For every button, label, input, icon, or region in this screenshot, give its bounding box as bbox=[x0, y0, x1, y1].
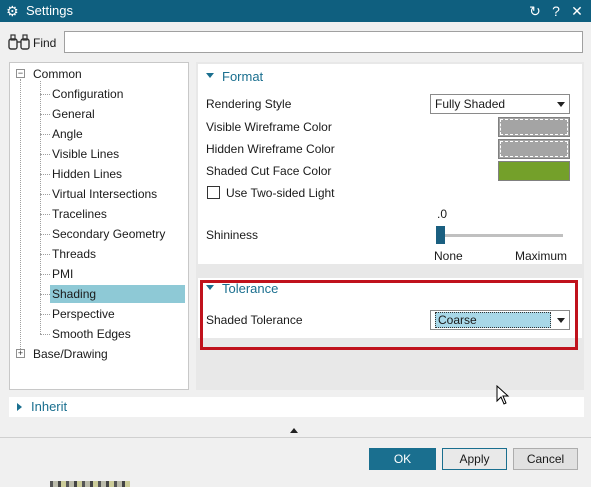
tree-item-pmi[interactable]: PMI bbox=[52, 265, 73, 283]
title-bar: ⚙ Settings ↻ ? ✕ bbox=[0, 0, 591, 22]
tree-item-general[interactable]: General bbox=[52, 105, 95, 123]
ok-button[interactable]: OK bbox=[369, 448, 436, 470]
format-header[interactable]: Format bbox=[206, 68, 263, 86]
rendering-style-dropdown[interactable]: Fully Shaded bbox=[430, 94, 570, 114]
expand-icon[interactable]: + bbox=[16, 349, 25, 358]
hidden-wireframe-color-label: Hidden Wireframe Color bbox=[206, 142, 335, 156]
find-input[interactable] bbox=[64, 31, 583, 53]
shininess-slider-track[interactable] bbox=[438, 234, 563, 237]
binoculars-icon bbox=[8, 34, 30, 50]
shininess-min-label: None bbox=[434, 249, 463, 263]
tree-item-hidden-lines[interactable]: Hidden Lines bbox=[52, 165, 122, 183]
refresh-icon[interactable]: ↻ bbox=[526, 2, 544, 20]
chevron-down-icon bbox=[557, 102, 565, 107]
collapse-up-icon[interactable] bbox=[290, 428, 298, 433]
gear-icon: ⚙ bbox=[6, 3, 19, 19]
find-label: Find bbox=[33, 36, 57, 50]
tree-item-smooth-edges[interactable]: Smooth Edges bbox=[52, 325, 131, 343]
close-icon[interactable]: ✕ bbox=[568, 2, 586, 20]
collapse-icon[interactable]: − bbox=[16, 69, 25, 78]
mouse-cursor-icon bbox=[496, 385, 510, 405]
settings-dialog: ⚙ Settings ↻ ? ✕ Find − Common Configura… bbox=[0, 0, 591, 487]
window-title: Settings bbox=[26, 3, 73, 18]
expand-triangle-icon bbox=[17, 402, 22, 411]
shaded-cut-face-color-label: Shaded Cut Face Color bbox=[206, 164, 332, 178]
divider bbox=[0, 437, 591, 438]
tree-item-perspective[interactable]: Perspective bbox=[52, 305, 115, 323]
find-bar: Find bbox=[0, 22, 591, 62]
visible-wireframe-color-label: Visible Wireframe Color bbox=[206, 120, 332, 134]
tree-item-angle[interactable]: Angle bbox=[52, 125, 83, 143]
shininess-max-label: Maximum bbox=[515, 249, 568, 263]
help-icon[interactable]: ? bbox=[547, 2, 565, 20]
inherit-header[interactable]: Inherit bbox=[17, 398, 67, 416]
two-sided-light-label: Use Two-sided Light bbox=[226, 186, 335, 200]
highlight-box bbox=[200, 280, 578, 350]
shininess-slider-thumb[interactable] bbox=[436, 226, 445, 244]
visible-wireframe-color-swatch[interactable] bbox=[498, 117, 570, 137]
shaded-cut-face-color-swatch[interactable] bbox=[498, 161, 570, 181]
tree-item-shading[interactable]: Shading bbox=[50, 285, 185, 303]
tree-item-virtual-intersections[interactable]: Virtual Intersections bbox=[52, 185, 157, 203]
format-group: Format Rendering Style Fully Shaded Visi… bbox=[198, 64, 582, 264]
settings-tree[interactable]: − Common Configuration General Angle Vis… bbox=[9, 62, 189, 390]
tree-item-threads[interactable]: Threads bbox=[52, 245, 96, 263]
hidden-wireframe-color-swatch[interactable] bbox=[498, 139, 570, 159]
collapse-triangle-icon bbox=[206, 73, 214, 79]
tree-item-secondary-geometry[interactable]: Secondary Geometry bbox=[52, 225, 165, 243]
two-sided-light-checkbox[interactable] bbox=[207, 186, 220, 199]
tree-item-visible-lines[interactable]: Visible Lines bbox=[52, 145, 119, 163]
shininess-value: .0 bbox=[437, 207, 448, 221]
settings-panel: Format Rendering Style Fully Shaded Visi… bbox=[196, 62, 584, 390]
tree-item-base-drawing[interactable]: Base/Drawing bbox=[33, 345, 108, 363]
cancel-button[interactable]: Cancel bbox=[513, 448, 578, 470]
shininess-label: Shininess bbox=[206, 228, 259, 242]
apply-button[interactable]: Apply bbox=[442, 448, 507, 470]
tree-item-tracelines[interactable]: Tracelines bbox=[52, 205, 107, 223]
tree-item-configuration[interactable]: Configuration bbox=[52, 85, 123, 103]
tree-item-common[interactable]: Common bbox=[33, 65, 82, 83]
background-strip bbox=[50, 481, 130, 487]
rendering-style-label: Rendering Style bbox=[206, 97, 292, 111]
